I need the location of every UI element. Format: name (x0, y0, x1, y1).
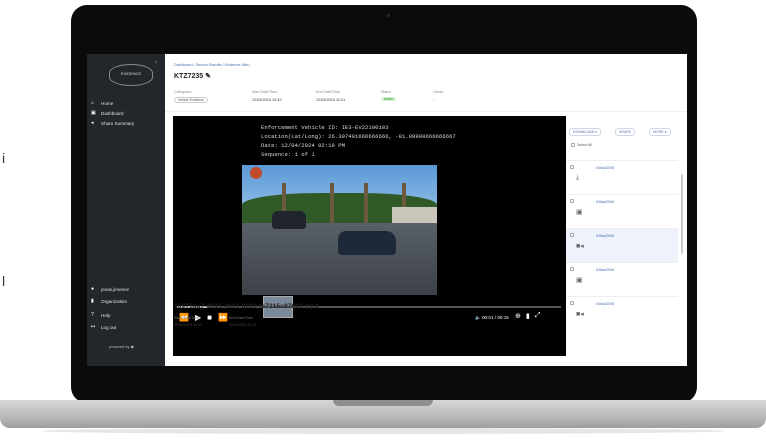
download-icon: ⤓ (576, 174, 580, 181)
meta-header-owner: Owner (433, 90, 444, 94)
file-start-header: Start Date/Time (174, 316, 200, 320)
laptop-shadow (40, 428, 726, 434)
file-end-header: End Date/Time (229, 316, 253, 320)
org-icon: ▮ (91, 298, 94, 304)
edge-letter-i: i (2, 150, 6, 166)
help-icon: ? (91, 312, 94, 318)
select-all[interactable]: Select All (571, 143, 592, 147)
divider (165, 111, 687, 112)
item-name[interactable]: b36ad2008 (596, 302, 614, 306)
powered-by-brand: powered by ◆ (109, 344, 134, 349)
share-icon: ◂ (91, 120, 94, 126)
list-item-selected[interactable]: ■◂ b36ad2008 (566, 228, 678, 262)
fast-forward-icon[interactable]: ⏩ (218, 313, 228, 322)
status-badge: Active (381, 97, 397, 101)
share-button[interactable]: SHARE (615, 128, 636, 136)
meta-header-status: Status (381, 90, 392, 94)
sidebar-item-label: Help (101, 312, 111, 318)
select-all-checkbox[interactable] (571, 143, 575, 147)
scrollbar[interactable] (681, 174, 683, 254)
list-item[interactable]: ▣ b36ad2008 (566, 262, 678, 296)
video-time: 🔈 00:01 / 00:15 (475, 315, 509, 320)
list-item[interactable]: ■◂ b36ad2008 (566, 296, 678, 330)
bookmark-icon[interactable]: ▮ (526, 312, 530, 320)
more-button[interactable]: MORE ▾ (649, 128, 671, 136)
user-icon: ● (91, 286, 95, 292)
item-checkbox[interactable] (570, 233, 574, 237)
start-datetime: 12/04/2024 10:42 (252, 98, 282, 102)
end-datetime: 12/04/2024 11:01 (316, 98, 346, 102)
laptop-screen: EVIDENCE ‹ ⌂ Home ▣ Dashboard ◂ Share Su… (87, 54, 687, 366)
overlay-vehicle-id: Enforcement Vehicle ID: IE3-EV22100103 (261, 124, 389, 131)
item-name[interactable]: b36ad2008 (596, 268, 614, 272)
item-name[interactable]: b36ad2008 (596, 166, 614, 170)
item-checkbox[interactable] (570, 199, 574, 203)
item-name[interactable]: b36ad2008 (596, 200, 614, 204)
edit-icon[interactable]: ✎ (205, 73, 211, 80)
fullscreen-icon[interactable]: ⤢ (535, 312, 541, 320)
video-frame (242, 165, 437, 295)
download-button[interactable]: DOWNLOAD ▾ (569, 128, 601, 136)
video-filename: 10973aa7-d515-4631-8081-fe7315c97600.mp4 (174, 303, 319, 310)
item-checkbox[interactable] (570, 165, 574, 169)
webcam-icon (387, 14, 390, 17)
list-item[interactable]: ▣ b36ad2008 (566, 194, 678, 228)
main-content: Dashboard / Search Results / Evidence Mk… (165, 54, 687, 366)
meta-header-categories: Categories (174, 90, 192, 94)
sidebar-item-label: Home (101, 100, 114, 106)
file-end-value: 12/04/2024 11:01 (229, 323, 257, 327)
sidebar-item-user[interactable]: ● jonas.jimenez (91, 286, 129, 292)
file-start-value: 12/04/2024 10:42 (174, 323, 202, 327)
image-icon: ▣ (576, 209, 583, 216)
app-logo: EVIDENCE (109, 64, 153, 86)
page-title: KTZ7235 ✎ (174, 73, 212, 80)
video-icon: ■◂ (576, 243, 584, 250)
item-checkbox[interactable] (570, 301, 574, 305)
dashboard-icon: ▣ (91, 110, 96, 116)
sidebar-item-label: Organization (101, 298, 128, 304)
sidebar-item-dashboard[interactable]: ▣ Dashboard (91, 110, 123, 116)
category-chip: Vehicle Evidence (174, 97, 208, 103)
edge-letter-l: l (2, 273, 6, 289)
image-icon: ▣ (576, 277, 583, 284)
item-name[interactable]: b36ad2008 (596, 234, 614, 238)
meta-header-end: End Date/Time (316, 90, 340, 94)
list-item[interactable]: ⤓ b36ad2008 (566, 160, 678, 194)
sidebar-item-label: Log out (101, 324, 117, 330)
stop-icon[interactable]: ■ (207, 313, 212, 322)
owner-value: - (433, 98, 435, 102)
speed-icon[interactable]: ⊕ (515, 312, 521, 320)
sidebar-item-logout[interactable]: ↦ Log out (91, 324, 116, 330)
select-all-label: Select All (577, 143, 592, 147)
video-player[interactable]: Enforcement Vehicle ID: IE3-EV22100103 L… (173, 116, 566, 356)
overlay-sequence: Sequence: 1 of 1 (261, 151, 315, 158)
sidebar-item-label: Share Summary (101, 120, 135, 126)
meta-header-start: Start Date/Time (252, 90, 278, 94)
item-checkbox[interactable] (570, 267, 574, 271)
chevron-left-icon[interactable]: ‹ (155, 60, 157, 66)
sidebar-item-help[interactable]: ? Help (91, 312, 110, 318)
sidebar-item-label: jonas.jimenez (101, 286, 130, 292)
video-icon: ■◂ (576, 311, 584, 318)
sidebar: EVIDENCE ‹ ⌂ Home ▣ Dashboard ◂ Share Su… (87, 54, 165, 366)
sidebar-item-organization[interactable]: ▮ Organization (91, 298, 127, 304)
sidebar-item-share-summary[interactable]: ◂ Share Summary (91, 120, 134, 126)
sidebar-item-home[interactable]: ⌂ Home (91, 100, 113, 106)
laptop-notch (333, 400, 433, 406)
home-icon: ⌂ (91, 100, 95, 106)
sidebar-item-label: Dashboard (101, 110, 124, 116)
breadcrumb[interactable]: Dashboard / Search Results / Evidence Mk… (174, 63, 250, 67)
overlay-location: Location(Lat/Long): 26.307401666666666, … (261, 133, 456, 140)
overlay-date: Date: 12/04/2024 02:19 PM (261, 142, 345, 149)
logout-icon: ↦ (91, 324, 96, 330)
